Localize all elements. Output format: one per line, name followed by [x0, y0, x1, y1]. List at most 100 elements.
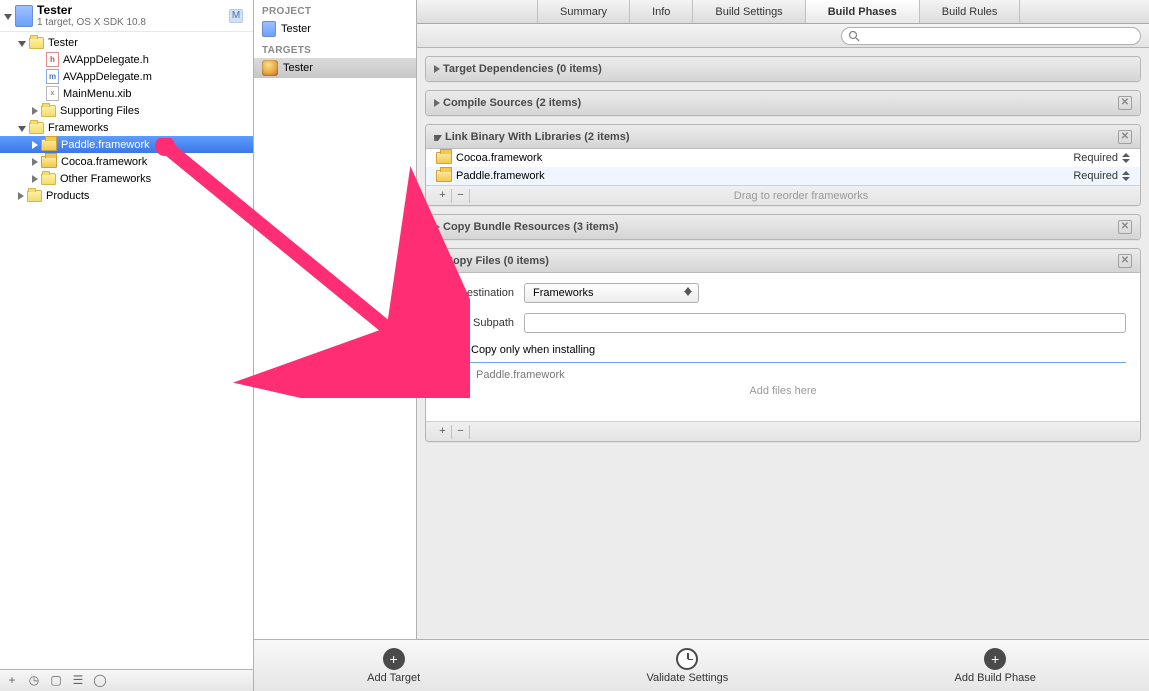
- tree-label: AVAppDelegate.m: [63, 71, 152, 83]
- library-row[interactable]: Cocoa.framework Required: [426, 149, 1140, 167]
- copy-files-body: Destination Frameworks Subpath Copy only…: [426, 273, 1140, 421]
- library-name: Cocoa.framework: [456, 152, 542, 164]
- navigator-footer: + ◷ ▢ ☰ ◯: [0, 669, 253, 691]
- phase-footer: + − Drag to reorder frameworks: [426, 185, 1140, 205]
- tab-summary[interactable]: Summary: [537, 0, 630, 23]
- tab-build-settings[interactable]: Build Settings: [693, 0, 805, 23]
- remove-button[interactable]: −: [452, 425, 470, 439]
- framework-icon: [41, 156, 57, 168]
- disclosure-triangle-icon[interactable]: [18, 192, 24, 200]
- folder-icon: [27, 190, 42, 202]
- tree-folder-supporting[interactable]: Supporting Files: [0, 102, 253, 119]
- bottom-action-bar: + Add Target Validate Settings + Add Bui…: [254, 639, 1149, 691]
- library-status[interactable]: Required: [1073, 170, 1130, 182]
- phase-header[interactable]: Copy Files (0 items) ✕: [426, 249, 1140, 273]
- disclosure-triangle-icon[interactable]: [32, 158, 38, 166]
- xcodeproj-icon: [15, 5, 33, 27]
- folder-icon: [41, 105, 56, 117]
- disclosure-triangle-icon[interactable]: [32, 107, 38, 115]
- clock-icon: [676, 648, 698, 670]
- copy-files-drop-area[interactable]: Paddle.framework Add files here: [440, 362, 1126, 415]
- folder-icon: [41, 173, 56, 185]
- project-header[interactable]: Tester 1 target, OS X SDK 10.8 M: [0, 0, 253, 32]
- disclosure-triangle-icon[interactable]: [434, 99, 440, 107]
- checkbox-label: Copy only when installing: [471, 344, 595, 356]
- folder-icon: [29, 122, 44, 134]
- add-build-phase-button[interactable]: + Add Build Phase: [955, 648, 1036, 684]
- delete-phase-icon[interactable]: ✕: [1118, 96, 1132, 110]
- disclosure-triangle-icon[interactable]: [4, 14, 12, 20]
- phase-title: Link Binary With Libraries (2 items): [445, 131, 630, 143]
- drop-hint: Add files here: [450, 385, 1116, 397]
- tree-folder-frameworks[interactable]: Frameworks: [0, 119, 253, 136]
- tree-label: Products: [46, 190, 89, 202]
- delete-phase-icon[interactable]: ✕: [1118, 254, 1132, 268]
- filter-icon[interactable]: ☰: [70, 673, 86, 689]
- target-row[interactable]: Tester: [254, 58, 416, 78]
- checkbox-input[interactable]: [452, 343, 465, 356]
- copy-only-when-installing[interactable]: Copy only when installing: [452, 343, 1126, 356]
- project-section-header: PROJECT: [254, 0, 416, 19]
- tree-file[interactable]: h AVAppDelegate.h: [0, 51, 253, 68]
- phase-header[interactable]: Target Dependencies (0 items): [426, 57, 1140, 81]
- tree-framework-cocoa[interactable]: Cocoa.framework: [0, 153, 253, 170]
- destination-value: Frameworks: [533, 287, 594, 299]
- plus-icon: +: [984, 648, 1006, 670]
- tab-build-rules[interactable]: Build Rules: [920, 0, 1021, 23]
- validate-settings-button[interactable]: Validate Settings: [646, 648, 728, 684]
- tree-file[interactable]: m AVAppDelegate.m: [0, 68, 253, 85]
- project-navigator: Tester 1 target, OS X SDK 10.8 M Tester …: [0, 0, 254, 691]
- add-button[interactable]: +: [434, 425, 452, 439]
- tree-label: Tester: [48, 37, 78, 49]
- project-subtitle: 1 target, OS X SDK 10.8: [37, 17, 146, 28]
- library-status[interactable]: Required: [1073, 152, 1130, 164]
- tree-file[interactable]: x MainMenu.xib: [0, 85, 253, 102]
- scm-icon[interactable]: ▢: [48, 673, 64, 689]
- drag-item[interactable]: Paddle.framework: [450, 369, 1116, 381]
- phase-header[interactable]: Copy Bundle Resources (3 items) ✕: [426, 215, 1140, 239]
- app-icon: [262, 60, 278, 76]
- build-phases: Target Dependencies (0 items) Compile So…: [417, 48, 1149, 691]
- tab-build-phases[interactable]: Build Phases: [806, 0, 920, 23]
- delete-phase-icon[interactable]: ✕: [1118, 220, 1132, 234]
- remove-button[interactable]: −: [452, 189, 470, 203]
- subpath-input[interactable]: [524, 313, 1126, 333]
- phase-target-dependencies: Target Dependencies (0 items): [425, 56, 1141, 82]
- tab-info[interactable]: Info: [630, 0, 693, 23]
- tree-label: MainMenu.xib: [63, 88, 131, 100]
- phase-header[interactable]: Link Binary With Libraries (2 items) ✕: [426, 125, 1140, 149]
- disclosure-triangle-icon[interactable]: [18, 126, 26, 132]
- recent-icon[interactable]: ◷: [26, 673, 42, 689]
- stepper-icon[interactable]: [1122, 171, 1130, 181]
- tree-folder-tester[interactable]: Tester: [0, 34, 253, 51]
- disclosure-triangle-icon[interactable]: [18, 41, 26, 47]
- search-input[interactable]: [864, 30, 1134, 42]
- disclosure-triangle-icon[interactable]: [32, 141, 38, 149]
- tree-folder-other-frameworks[interactable]: Other Frameworks: [0, 170, 253, 187]
- add-icon[interactable]: +: [4, 673, 20, 689]
- disclosure-triangle-icon[interactable]: [434, 223, 440, 231]
- framework-icon: [41, 139, 57, 151]
- destination-label: Destination: [440, 287, 524, 299]
- disclosure-triangle-icon[interactable]: [434, 135, 442, 141]
- xib-file-icon: x: [46, 86, 59, 101]
- disclosure-triangle-icon[interactable]: [434, 65, 440, 73]
- framework-icon: [436, 170, 452, 182]
- disclosure-triangle-icon[interactable]: [32, 175, 38, 183]
- library-row[interactable]: Paddle.framework Required: [426, 167, 1140, 185]
- filter2-icon[interactable]: ◯: [92, 673, 108, 689]
- tree-folder-products[interactable]: Products: [0, 187, 253, 204]
- header-file-icon: h: [46, 52, 59, 67]
- add-button[interactable]: +: [434, 189, 452, 203]
- phase-title: Copy Files (0 items): [445, 255, 549, 267]
- add-target-button[interactable]: + Add Target: [367, 648, 420, 684]
- project-row[interactable]: Tester: [254, 19, 416, 39]
- disclosure-triangle-icon[interactable]: [434, 259, 442, 265]
- delete-phase-icon[interactable]: ✕: [1118, 130, 1132, 144]
- stepper-icon[interactable]: [1122, 153, 1130, 163]
- destination-select[interactable]: Frameworks: [524, 283, 699, 303]
- framework-icon: [450, 369, 466, 381]
- tree-framework-paddle[interactable]: Paddle.framework: [0, 136, 253, 153]
- phase-header[interactable]: Compile Sources (2 items) ✕: [426, 91, 1140, 115]
- search-field[interactable]: [841, 27, 1141, 45]
